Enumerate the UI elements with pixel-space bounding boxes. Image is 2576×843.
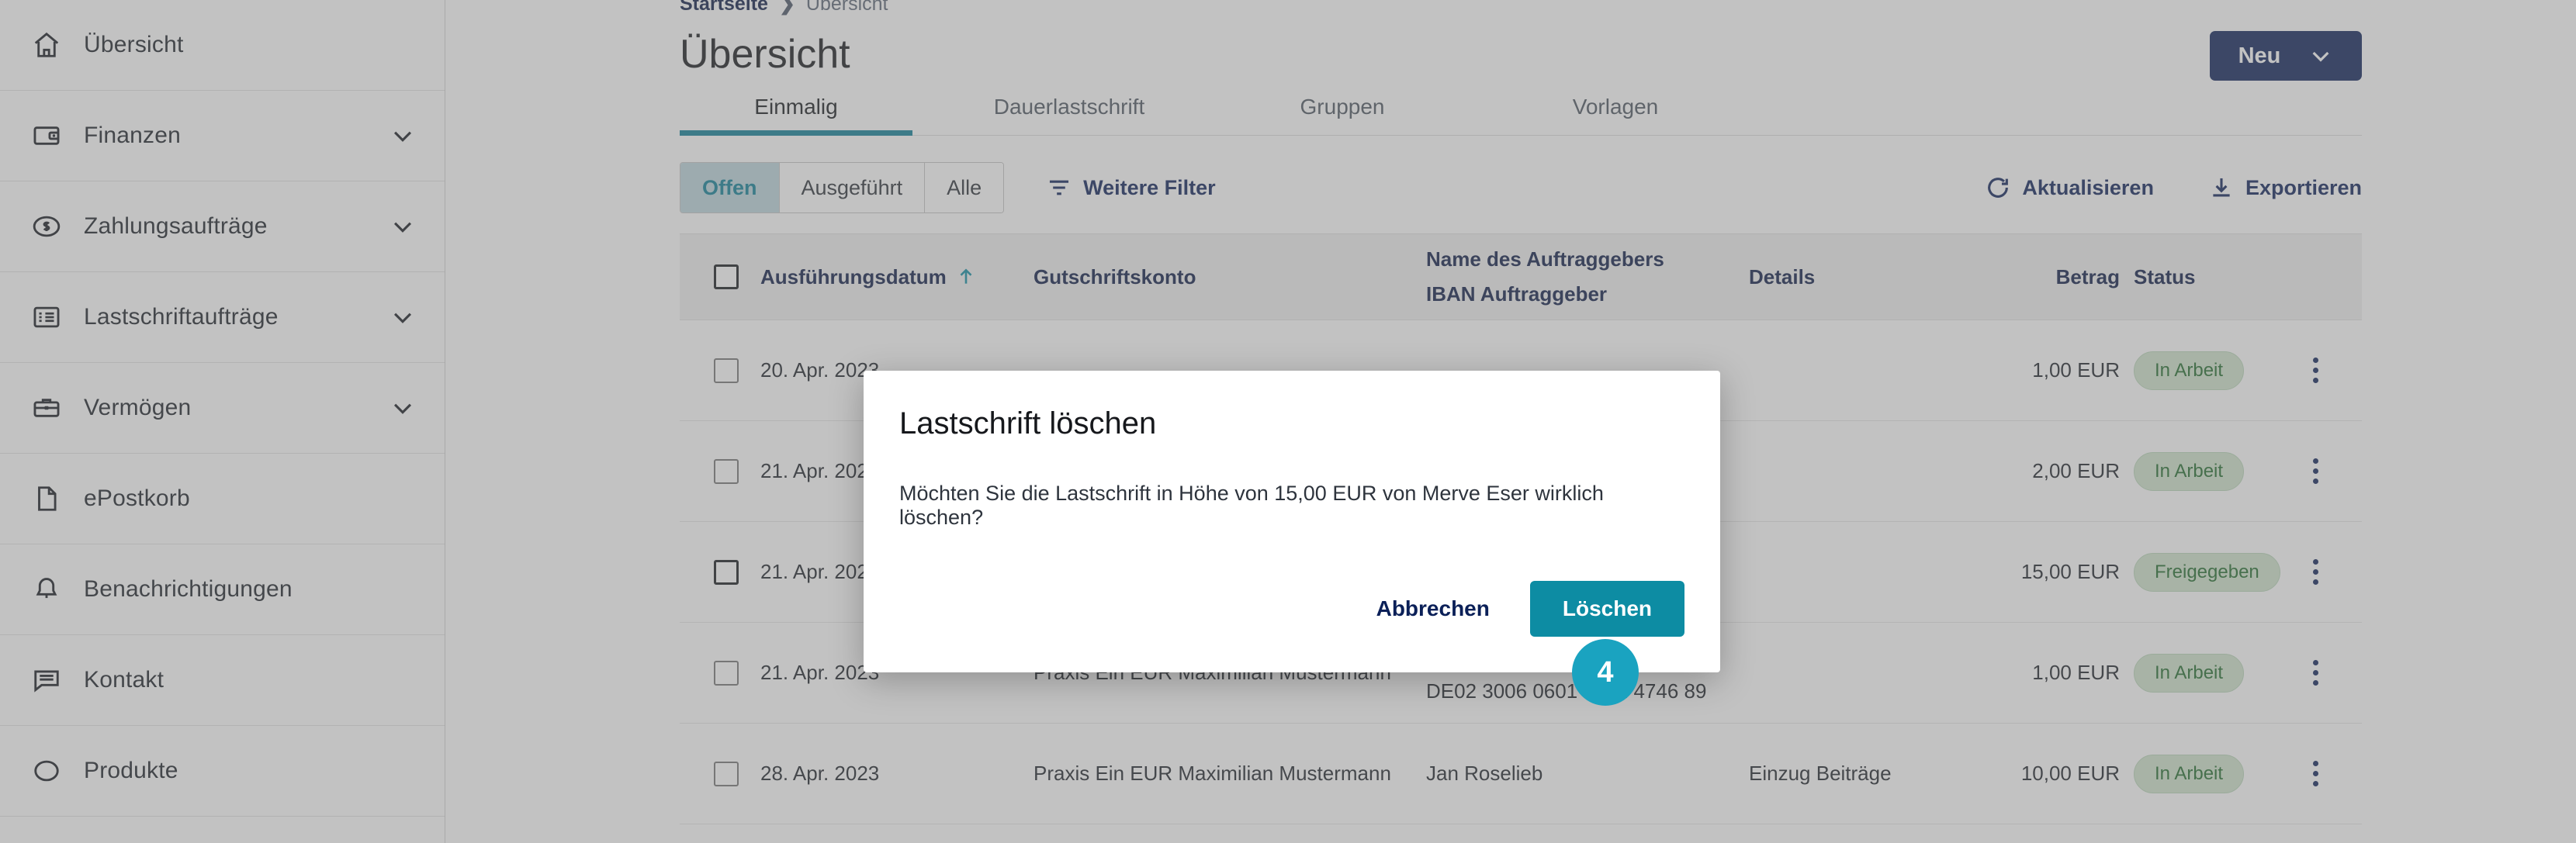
application-window: Übersicht Finanzen Zahlungsaufträge Last…	[0, 0, 2576, 843]
step-indicator-badge: 4	[1572, 639, 1639, 706]
cancel-button[interactable]: Abbrechen	[1356, 582, 1510, 635]
dialog-title: Lastschrift löschen	[899, 406, 1157, 441]
dialog-actions: Abbrechen Löschen	[899, 581, 1684, 637]
delete-button[interactable]: Löschen	[1529, 581, 1684, 637]
dialog-message: Möchten Sie die Lastschrift in Höhe von …	[899, 482, 1604, 529]
delete-confirmation-dialog: Lastschrift löschen Möchten Sie die Last…	[864, 371, 1720, 672]
